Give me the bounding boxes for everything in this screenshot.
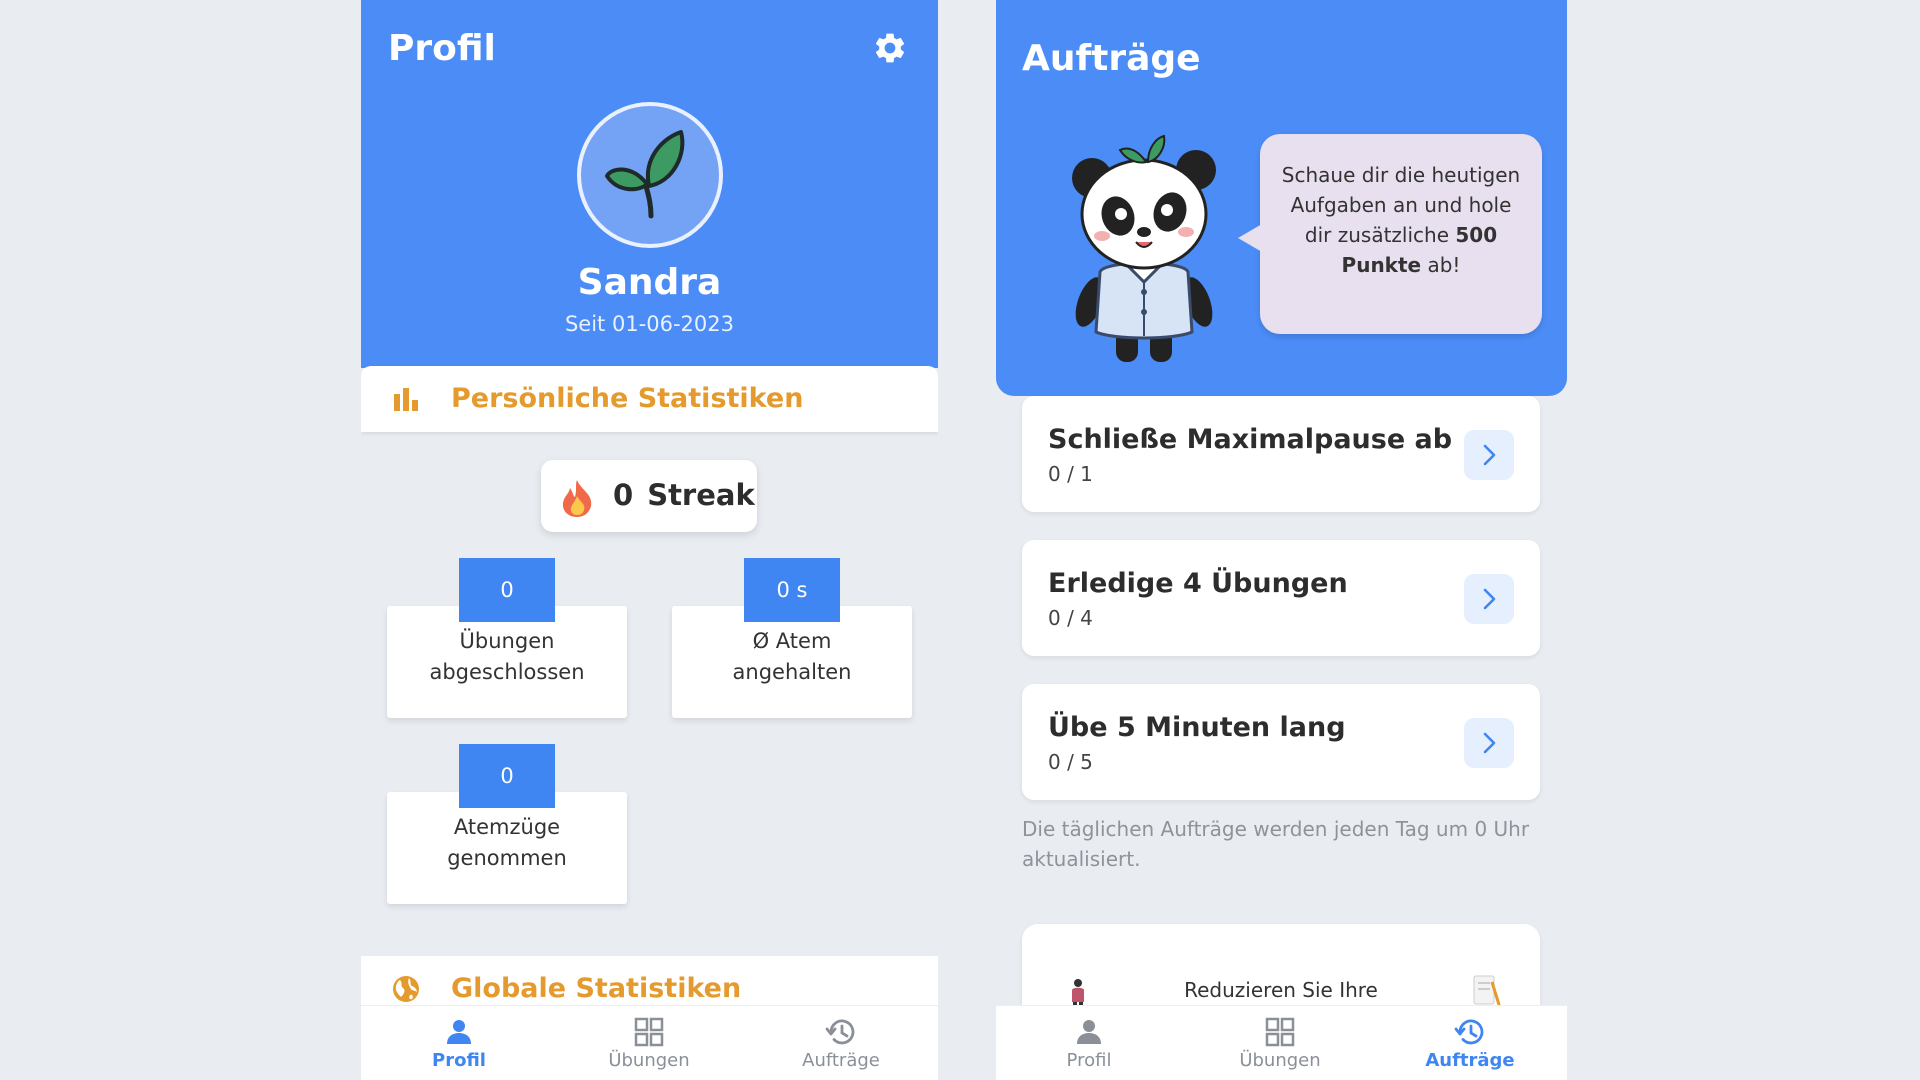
quest-title: Erledige 4 Übungen bbox=[1048, 568, 1348, 599]
nav-label: Übungen bbox=[608, 1050, 690, 1071]
nav-label: Übungen bbox=[1239, 1050, 1321, 1071]
stat-label-line: Atemzüge bbox=[453, 815, 561, 839]
stat-label-line: genommen bbox=[447, 846, 567, 870]
refresh-note: Die täglichen Aufträge werden jeden Tag … bbox=[1022, 817, 1530, 871]
quests-screen: Aufträge Schaue dir die heutigen Aufgabe… bbox=[996, 0, 1567, 1080]
promo-text: Reduzieren Sie Ihre bbox=[1184, 978, 1378, 1002]
flame-icon bbox=[562, 480, 592, 517]
speech-text: Schaue dir die heutigen Aufgaben an und … bbox=[1278, 160, 1524, 280]
streak-text: 0 Streak bbox=[613, 478, 769, 512]
quest-open-button[interactable] bbox=[1464, 574, 1514, 624]
nav-label: Profil bbox=[432, 1050, 486, 1071]
page-title: Profil bbox=[388, 28, 496, 69]
quest-progress: 0 / 4 bbox=[1048, 606, 1093, 630]
gear-icon[interactable] bbox=[872, 30, 908, 66]
quest-title: Schließe Maximalpause ab bbox=[1048, 424, 1453, 455]
quest-open-button[interactable] bbox=[1464, 718, 1514, 768]
profile-header: Profil Sandra Seit 01-06-2023 bbox=[361, 0, 938, 368]
quest-card[interactable]: Übe 5 Minuten lang 0 / 5 bbox=[1022, 684, 1540, 800]
page-title: Aufträge bbox=[1022, 38, 1201, 79]
stat-value: 0 bbox=[459, 744, 555, 808]
stat-label: Übungen abgeschlossen bbox=[387, 626, 627, 688]
stat-label-line: angehalten bbox=[732, 660, 852, 684]
history-icon bbox=[1454, 1019, 1484, 1045]
stat-value: 0 bbox=[459, 558, 555, 622]
bar-chart-icon bbox=[394, 388, 418, 411]
panda-mascot-icon bbox=[1072, 134, 1216, 362]
bottom-nav: Profil Übungen Aufträge bbox=[361, 1005, 938, 1080]
personal-stats-header: Persönliche Statistiken bbox=[361, 366, 938, 432]
quest-progress: 0 / 1 bbox=[1048, 462, 1093, 486]
nav-label: Profil bbox=[1066, 1050, 1112, 1071]
streak-badge: 0 Streak bbox=[541, 460, 757, 532]
stat-card-breaths: Atemzüge genommen bbox=[387, 792, 627, 904]
stat-value: 0 s bbox=[744, 558, 840, 622]
nav-item-profile[interactable]: Profil bbox=[1009, 1006, 1169, 1080]
bottom-nav: Profil Übungen Aufträge bbox=[996, 1005, 1567, 1080]
globe-icon bbox=[393, 976, 419, 1002]
chevron-right-icon bbox=[1483, 732, 1496, 754]
history-icon bbox=[825, 1019, 855, 1045]
section-title: Persönliche Statistiken bbox=[451, 383, 804, 414]
person-icon bbox=[447, 1020, 471, 1044]
nav-item-quests[interactable]: Aufträge bbox=[1390, 1006, 1550, 1080]
stat-label-line: abgeschlossen bbox=[429, 660, 585, 684]
nav-item-quests[interactable]: Aufträge bbox=[761, 1006, 921, 1080]
streak-value: 0 bbox=[613, 478, 634, 512]
stat-label: Ø Atem angehalten bbox=[672, 626, 912, 688]
stat-card-exercises: Übungen abgeschlossen bbox=[387, 606, 627, 718]
quest-card[interactable]: Schließe Maximalpause ab 0 / 1 bbox=[1022, 396, 1540, 512]
nav-item-exercises[interactable]: Übungen bbox=[1200, 1006, 1360, 1080]
quest-title: Übe 5 Minuten lang bbox=[1048, 712, 1346, 743]
nav-label: Aufträge bbox=[1425, 1050, 1515, 1071]
stat-card-breath-hold: Ø Atem angehalten bbox=[672, 606, 912, 718]
user-name: Sandra bbox=[577, 262, 722, 303]
quests-header: Aufträge Schaue dir die heutigen Aufgabe… bbox=[996, 0, 1567, 396]
quest-card[interactable]: Erledige 4 Übungen 0 / 4 bbox=[1022, 540, 1540, 656]
person-icon bbox=[1077, 1020, 1101, 1044]
streak-label: Streak bbox=[647, 478, 755, 512]
nav-label: Aufträge bbox=[802, 1050, 880, 1071]
stat-label: Atemzüge genommen bbox=[387, 812, 627, 874]
grid-icon bbox=[634, 1017, 664, 1047]
quest-progress: 0 / 5 bbox=[1048, 750, 1093, 774]
sprout-icon bbox=[605, 130, 685, 219]
profile-screen: Profil Sandra Seit 01-06-2023 Persönlich… bbox=[361, 0, 938, 1080]
chevron-right-icon bbox=[1483, 444, 1496, 466]
member-since: Seit 01-06-2023 bbox=[564, 312, 735, 336]
avatar[interactable] bbox=[577, 102, 723, 248]
chevron-right-icon bbox=[1483, 588, 1496, 610]
stat-label-line: Übungen bbox=[459, 629, 555, 653]
quest-open-button[interactable] bbox=[1464, 430, 1514, 480]
nav-item-exercises[interactable]: Übungen bbox=[569, 1006, 729, 1080]
grid-icon bbox=[1265, 1017, 1295, 1047]
nav-item-profile[interactable]: Profil bbox=[379, 1006, 539, 1080]
stat-label-line: Ø Atem bbox=[752, 629, 832, 653]
section-title: Globale Statistiken bbox=[451, 973, 742, 1004]
speech-bubble: Schaue dir die heutigen Aufgaben an und … bbox=[1238, 134, 1542, 334]
speech-text-part: ab! bbox=[1421, 253, 1461, 277]
